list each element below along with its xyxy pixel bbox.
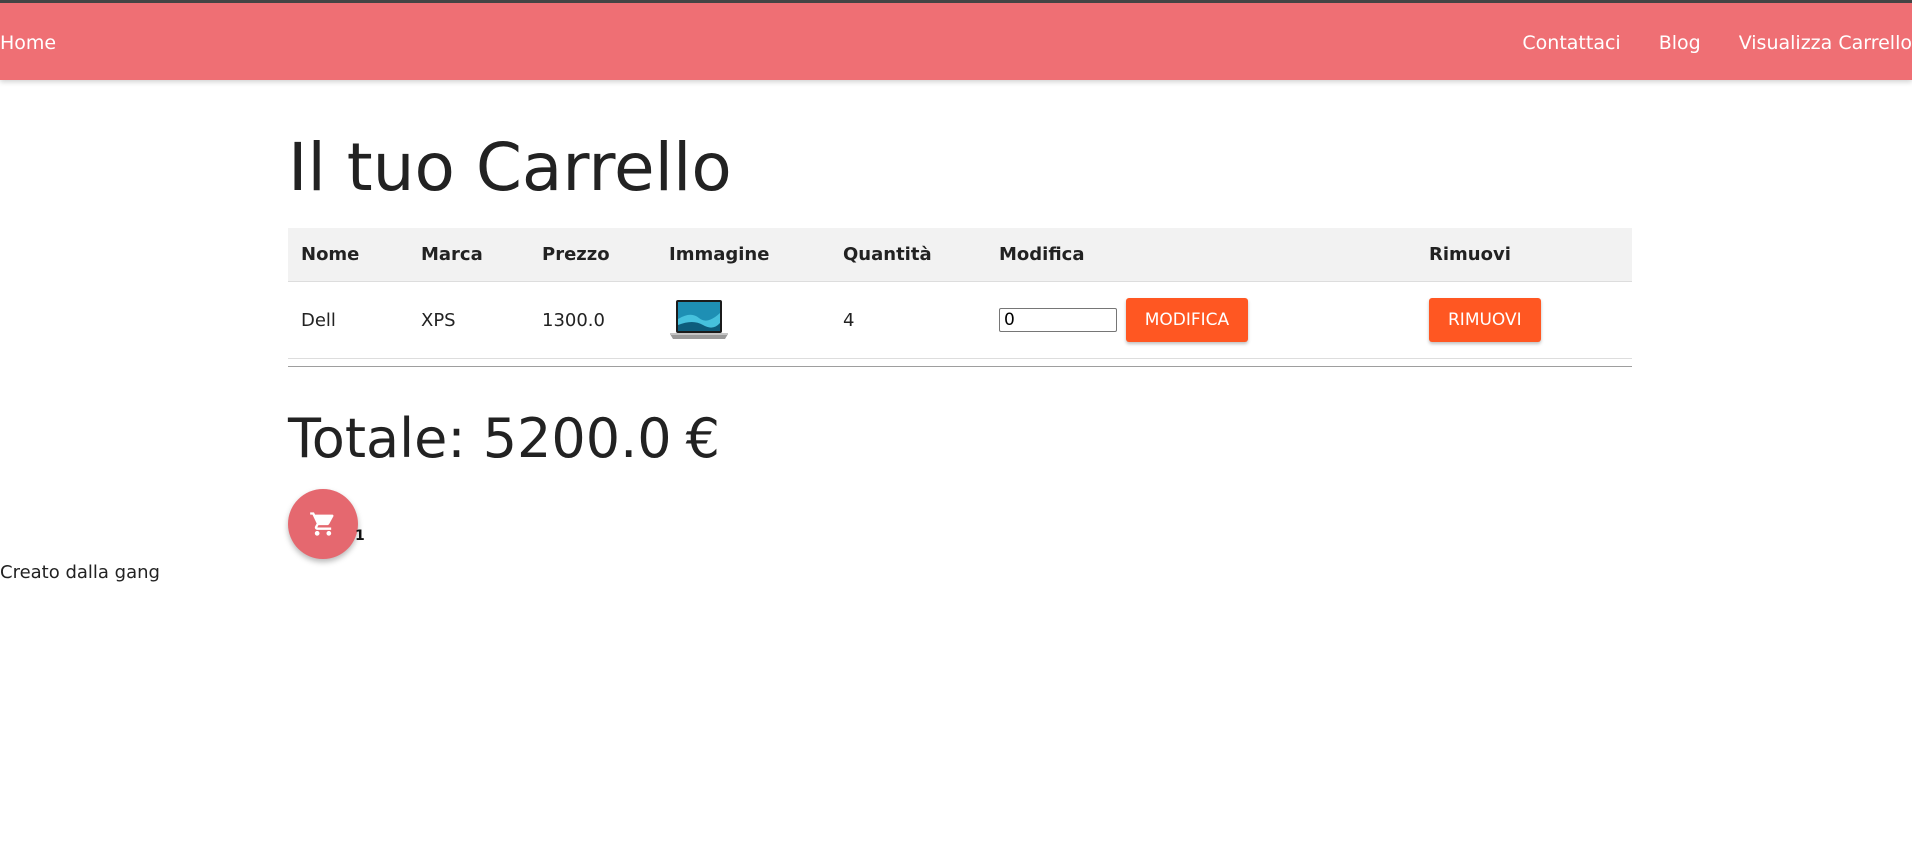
top-navbar: Home Contattaci Blog Visualizza Carrello	[0, 0, 1912, 80]
header-marca: Marca	[408, 228, 529, 282]
cart-count-badge: 1	[355, 528, 365, 544]
cell-modifica: MODIFICA	[986, 281, 1416, 359]
cell-nome: Dell	[288, 281, 408, 359]
header-immagine: Immagine	[656, 228, 830, 282]
nav-contattaci-link[interactable]: Contattaci	[1522, 31, 1620, 55]
cart-table: Nome Marca Prezzo Immagine Quantità Modi…	[288, 228, 1632, 359]
table-header-row: Nome Marca Prezzo Immagine Quantità Modi…	[288, 228, 1632, 282]
nav-links: Contattaci Blog Visualizza Carrello	[1522, 31, 1912, 55]
cell-marca: XPS	[408, 281, 529, 359]
quantity-input[interactable]	[999, 308, 1117, 332]
header-prezzo: Prezzo	[529, 228, 656, 282]
laptop-image	[670, 300, 728, 339]
nav-blog-link[interactable]: Blog	[1659, 31, 1701, 55]
page-title: Il tuo Carrello	[288, 129, 732, 206]
cart-fab-button[interactable]	[288, 489, 358, 559]
cell-prezzo: 1300.0	[529, 281, 656, 359]
shopping-cart-icon	[310, 512, 334, 536]
cell-quantita: 4	[830, 281, 986, 359]
nav-visualizza-carrello-link[interactable]: Visualizza Carrello	[1739, 31, 1912, 55]
cell-rimuovi: RIMUOVI	[1416, 281, 1632, 359]
header-modifica: Modifica	[986, 228, 1416, 282]
header-nome: Nome	[288, 228, 408, 282]
cart-total: Totale: 5200.0 €	[288, 404, 720, 474]
nav-home-link[interactable]: Home	[0, 31, 56, 55]
footer-text: Creato dalla gang	[0, 562, 160, 583]
divider	[288, 366, 1632, 367]
total-currency: €	[685, 407, 721, 470]
total-amount: Totale: 5200.0	[288, 407, 672, 470]
rimuovi-button[interactable]: RIMUOVI	[1429, 298, 1541, 342]
table-row: Dell XPS 1300.0 4 MODIFICA RIMUOVI	[288, 281, 1632, 359]
header-rimuovi: Rimuovi	[1416, 228, 1632, 282]
modifica-button[interactable]: MODIFICA	[1125, 298, 1249, 342]
header-quantita: Quantità	[830, 228, 986, 282]
cell-immagine	[656, 281, 830, 359]
